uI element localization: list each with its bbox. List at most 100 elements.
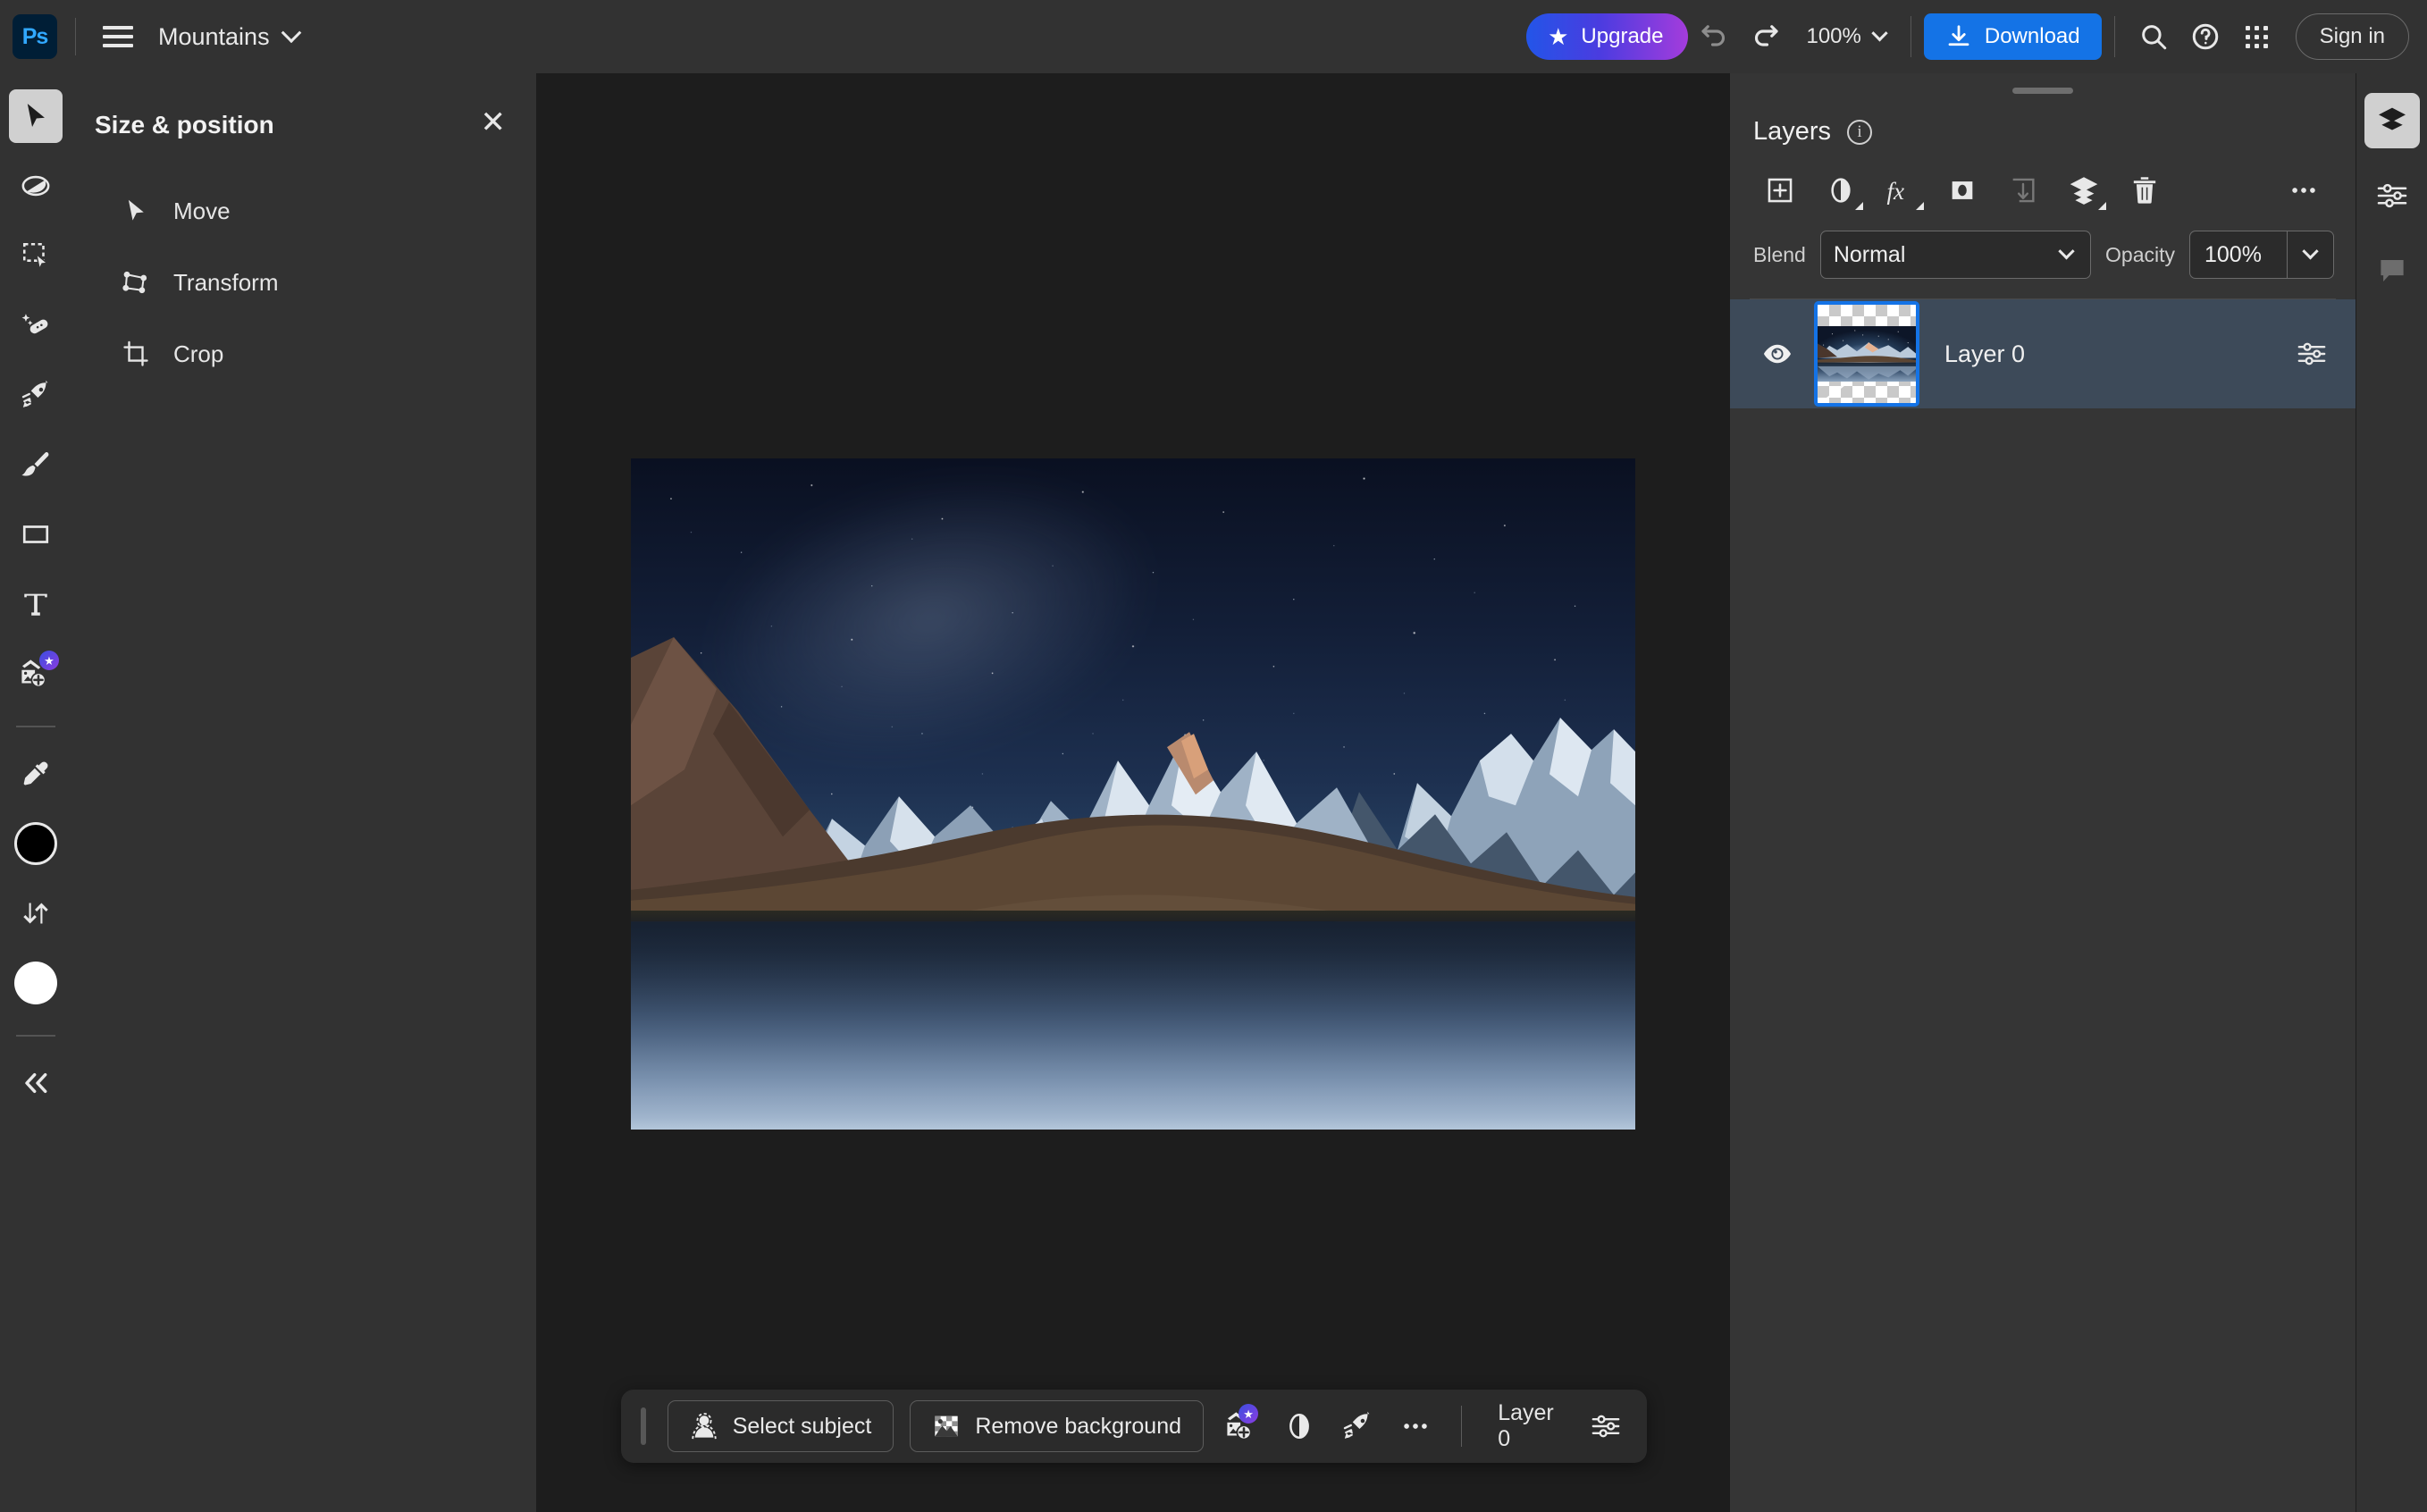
panel-drag-handle[interactable] xyxy=(2012,88,2073,94)
delete-layer-button[interactable] xyxy=(2114,163,2175,218)
premium-star-badge: ★ xyxy=(39,651,59,670)
download-label: Download xyxy=(1984,24,2080,48)
foreground-color-swatch[interactable] xyxy=(9,817,63,870)
document-title[interactable]: Mountains xyxy=(158,22,301,51)
clipping-mask-button[interactable] xyxy=(1993,163,2053,218)
layer-thumbnail[interactable] xyxy=(1814,301,1919,407)
upgrade-button[interactable]: ★ Upgrade xyxy=(1526,13,1689,60)
select-tool[interactable] xyxy=(9,229,63,282)
layer-mask-button[interactable] xyxy=(1932,163,1993,218)
eye-icon[interactable] xyxy=(1757,333,1798,374)
type-tool[interactable] xyxy=(9,577,63,631)
download-icon xyxy=(1948,25,1969,46)
opacity-dropdown-button[interactable] xyxy=(2287,231,2333,278)
adjust-tool[interactable] xyxy=(9,159,63,213)
brush-tool[interactable] xyxy=(9,438,63,491)
rocket-icon[interactable] xyxy=(1336,1400,1378,1452)
fx-icon: fx xyxy=(1887,178,1905,205)
swap-arrows-icon xyxy=(23,903,48,924)
retouch-tool[interactable] xyxy=(9,298,63,352)
layers-more-options-button[interactable] xyxy=(2273,163,2334,218)
photoshop-logo[interactable]: Ps xyxy=(13,14,57,59)
more-options-icon[interactable] xyxy=(1394,1400,1436,1452)
rocket-icon xyxy=(21,380,48,407)
stack-layers-icon xyxy=(2070,177,2098,205)
blend-mode-value: Normal xyxy=(1833,241,1906,267)
select-subject-label: Select subject xyxy=(732,1413,872,1439)
help-circle-icon[interactable] xyxy=(2179,11,2231,63)
zoom-level-control[interactable]: 100% xyxy=(1792,24,1897,49)
adjustment-contrast-icon[interactable] xyxy=(1278,1400,1320,1452)
blend-mode-select[interactable]: Normal xyxy=(1819,231,2092,279)
sign-in-button[interactable]: Sign in xyxy=(2295,13,2409,60)
layers-rail-button[interactable] xyxy=(2364,93,2420,148)
premium-star-badge: ★ xyxy=(1239,1404,1259,1424)
layers-panel-title: Layers xyxy=(1753,117,1832,146)
info-circle-icon[interactable]: i xyxy=(1847,119,1873,145)
canvas-area[interactable] xyxy=(536,73,1730,1512)
app-grid-icon[interactable] xyxy=(2231,11,2283,63)
chevron-down-icon xyxy=(281,22,301,44)
size-position-item-label: Crop xyxy=(173,340,224,367)
panel-title: Size & position xyxy=(95,111,274,139)
top-bar-right-group: ★ Upgrade 100% Download Sign in xyxy=(1526,0,2427,73)
comments-rail-button[interactable] xyxy=(2364,243,2420,298)
group-layers-button[interactable] xyxy=(2053,163,2114,218)
water-sheen xyxy=(631,921,1635,1130)
drag-handle[interactable] xyxy=(641,1407,646,1445)
size-position-item-crop[interactable]: Crop xyxy=(71,318,536,390)
contrast-circle-icon xyxy=(21,175,50,197)
eyedropper-icon xyxy=(23,761,48,785)
photoshop-web-app: Ps Mountains ★ Upgrade 100% Download Sig… xyxy=(0,0,2427,1512)
hamburger-icon[interactable] xyxy=(103,21,133,52)
sliders-icon[interactable] xyxy=(1585,1400,1627,1452)
move-tool[interactable] xyxy=(9,89,63,143)
layer-row[interactable]: Layer 0 xyxy=(1730,299,2356,408)
upgrade-label: Upgrade xyxy=(1581,24,1664,48)
opacity-input[interactable]: 100% xyxy=(2190,231,2287,278)
sliders-icon xyxy=(2377,183,2406,208)
eyedropper-tool[interactable] xyxy=(9,747,63,801)
more-options-icon xyxy=(2292,188,2315,193)
chevron-down-icon xyxy=(1871,24,1888,41)
sliders-icon[interactable] xyxy=(2291,333,2332,374)
zoom-level-value: 100% xyxy=(1806,24,1861,48)
layer-styles-button[interactable]: fx xyxy=(1871,163,1932,218)
artwork-image[interactable] xyxy=(631,458,1635,1130)
close-x-icon[interactable]: ✕ xyxy=(481,107,507,138)
redo-icon[interactable] xyxy=(1740,11,1792,63)
trash-icon xyxy=(2133,177,2156,204)
layer-mask-icon xyxy=(1952,181,1973,199)
shape-tool[interactable] xyxy=(9,508,63,561)
opacity-field-group[interactable]: 100% xyxy=(2189,231,2334,279)
remove-background-button[interactable]: Remove background xyxy=(910,1400,1205,1452)
add-layer-button[interactable] xyxy=(1750,163,1810,218)
background-color-swatch[interactable] xyxy=(9,956,63,1010)
swap-colors-button[interactable] xyxy=(9,886,63,940)
adjustment-layer-button[interactable] xyxy=(1810,163,1871,218)
remove-background-icon xyxy=(935,1415,958,1437)
dropdown-corner-indicator xyxy=(2098,202,2106,210)
paintbrush-icon xyxy=(21,452,49,476)
undo-icon[interactable] xyxy=(1688,11,1740,63)
generative-tool[interactable] xyxy=(9,368,63,422)
generate-image-icon[interactable]: ★ xyxy=(1220,1400,1262,1452)
size-position-item-move[interactable]: Move xyxy=(71,175,536,247)
mountains-thumbnail xyxy=(1818,326,1916,382)
divider xyxy=(2113,16,2115,57)
size-position-item-transform[interactable]: Transform xyxy=(71,247,536,318)
add-image-tool[interactable]: ★ xyxy=(9,647,63,701)
search-icon[interactable] xyxy=(2128,11,2179,63)
select-subject-icon xyxy=(691,1413,717,1440)
collapse-toolbar-button[interactable] xyxy=(9,1056,63,1110)
svg-text:fx: fx xyxy=(1887,178,1905,205)
blend-opacity-row: Blend Normal Opacity 100% xyxy=(1730,218,2356,279)
properties-rail-button[interactable] xyxy=(2364,168,2420,223)
cursor-arrow-icon xyxy=(122,197,150,225)
layers-panel-header: Layers i xyxy=(1730,94,2356,147)
download-button[interactable]: Download xyxy=(1923,13,2102,60)
right-rail xyxy=(2356,73,2427,1512)
select-subject-button[interactable]: Select subject xyxy=(667,1400,894,1452)
left-toolbar: ★ xyxy=(0,73,71,1512)
stack-layers-icon xyxy=(2378,107,2406,130)
